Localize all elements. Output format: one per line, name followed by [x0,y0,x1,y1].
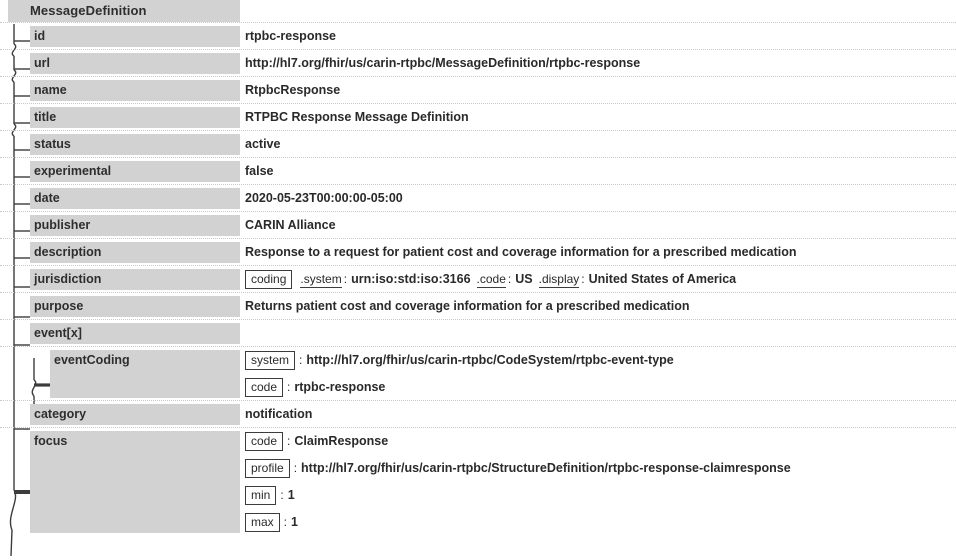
field-label-publisher: publisher [30,215,240,236]
coding-token: coding [245,270,293,290]
event-system-value: http://hl7.org/fhir/us/carin-rtpbc/CodeS… [306,353,674,368]
table-row-description: description Response to a request for pa… [0,238,956,265]
field-label-category: category [30,404,240,425]
event-coding-code-line: code: rtpbc-response [245,374,385,401]
focus-profile-colon: : [293,461,298,476]
display-key: .display [538,271,580,288]
root-label: MessageDefinition [8,0,240,22]
table-row-experimental: experimental false [0,157,956,184]
display-colon: : [581,272,585,287]
focus-max-line: max:1 [245,509,298,536]
system-key: .system [300,271,342,288]
field-label-name: name [30,80,240,101]
field-label-event-coding: eventCoding [50,350,240,398]
event-code-value: rtpbc-response [294,380,386,395]
field-value-category: notification [245,407,313,421]
table-row-name: name RtpbcResponse [0,76,956,103]
field-value-jurisdiction: coding .system: urn:iso:std:iso:3166 .code:… [245,266,736,293]
focus-profile-value: http://hl7.org/fhir/us/carin-rtpbc/Struc… [301,461,791,476]
field-label-description: description [30,242,240,263]
code-key: .code [476,271,506,288]
system-token: system [245,351,296,371]
table-row-focus: focus code: ClaimResponse profile: http://… [0,427,956,535]
event-system-colon: : [299,353,303,368]
code-token: code [245,378,284,398]
table-row-status: status active [0,130,956,157]
display-value: United States of America [588,272,737,287]
field-label-id: id [30,26,240,47]
field-label-jurisdiction: jurisdiction [30,269,240,290]
field-label-experimental: experimental [30,161,240,182]
field-value-purpose: Returns patient cost and coverage inform… [245,299,690,313]
focus-code-value: ClaimResponse [294,434,389,449]
focus-profile-line: profile: http://hl7.org/fhir/us/carin-rtp… [245,455,791,482]
event-coding-system-line: system: http://hl7.org/fhir/us/carin-rtpb… [245,347,674,374]
field-value-title: RTPBC Response Message Definition [245,110,469,124]
field-label-url: url [30,53,240,74]
focus-min-value: 1 [287,488,295,503]
field-label-focus: focus [30,431,240,533]
field-value-description: Response to a request for patient cost a… [245,245,797,259]
focus-min-colon: : [280,488,284,503]
field-value-name: RtpbcResponse [245,83,341,97]
focus-max-value: 1 [291,515,298,530]
table-row-publisher: publisher CARIN Alliance [0,211,956,238]
field-label-event: event[x] [30,323,240,344]
field-value-experimental: false [245,164,274,178]
event-code-colon: : [287,380,291,395]
focus-profile-token: profile [245,459,290,479]
table-row-event: event[x] [0,319,956,346]
focus-code-token: code [245,432,284,452]
focus-code-colon: : [287,434,291,449]
table-row-jurisdiction: jurisdiction coding .system: urn:iso:std:i… [0,265,956,292]
table-row-purpose: purpose Returns patient cost and coverag… [0,292,956,319]
message-definition-tree: MessageDefinition id rtpbc-response url … [0,0,956,560]
field-label-status: status [30,134,240,155]
table-row-title: title RTPBC Response Message Definition [0,103,956,130]
field-value-status: active [245,137,281,151]
focus-max-colon: : [283,515,288,530]
focus-max-token: max [245,513,280,533]
code-colon: : [507,272,512,287]
code-value: US [515,272,533,287]
table-row-date: date 2020-05-23T00:00:00-05:00 [0,184,956,211]
field-value-event [245,320,944,347]
field-value-id: rtpbc-response [245,29,336,43]
table-row-url: url http://hl7.org/fhir/us/carin-rtpbc/M… [0,49,956,76]
field-value-url: http://hl7.org/fhir/us/carin-rtpbc/Messa… [245,56,641,70]
table-row-category: category notification [0,400,956,427]
focus-min-token: min [245,486,277,506]
field-value-publisher: CARIN Alliance [245,218,336,232]
table-row-id: id rtpbc-response [0,22,956,49]
focus-min-line: min:1 [245,482,295,509]
field-label-title: title [30,107,240,128]
field-label-date: date [30,188,240,209]
system-value: urn:iso:std:iso:3166 [351,272,471,287]
system-colon: : [343,272,348,287]
focus-code-line: code: ClaimResponse [245,428,388,455]
field-label-purpose: purpose [30,296,240,317]
field-value-date: 2020-05-23T00:00:00-05:00 [245,191,403,205]
table-row-event-coding: eventCoding system: http://hl7.org/fhir/u… [0,346,956,400]
tree-root-row: MessageDefinition [0,0,956,22]
